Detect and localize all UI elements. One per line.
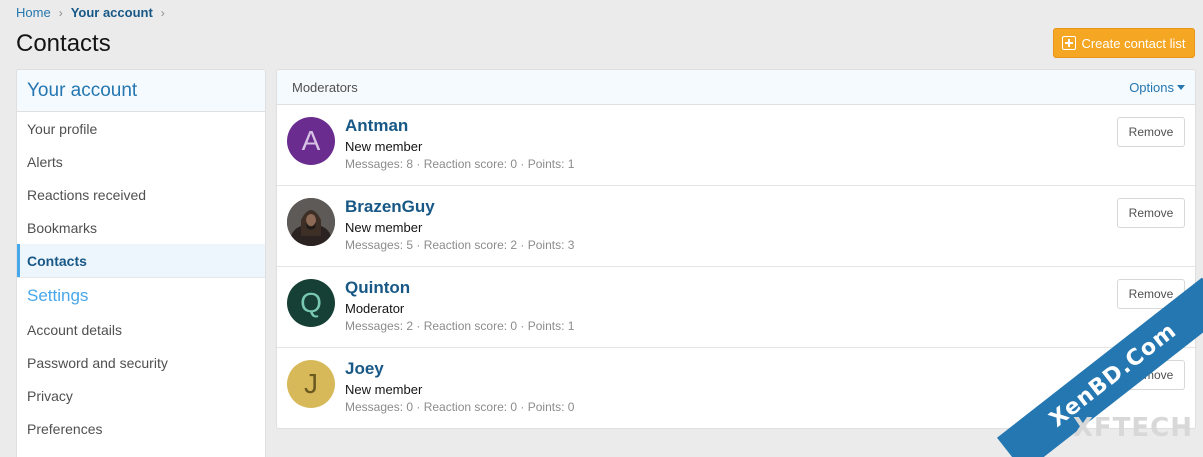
member-stats: Messages: 8 · Reaction score: 0 · Points… <box>345 157 575 171</box>
sidebar-item-privacy[interactable]: Privacy <box>17 379 265 412</box>
member-name[interactable]: Quinton <box>345 278 410 298</box>
member-name[interactable]: Antman <box>345 116 408 136</box>
panel-header: Moderators Options <box>277 70 1195 105</box>
tab-moderators[interactable]: Moderators <box>292 80 358 95</box>
hooded-figure-icon <box>287 198 335 246</box>
caret-down-icon <box>1177 84 1185 90</box>
member-stats: Messages: 2 · Reaction score: 0 · Points… <box>345 319 575 333</box>
member-stats: Messages: 5 · Reaction score: 2 · Points… <box>345 238 575 252</box>
sidebar-item-account-details[interactable]: Account details <box>17 313 265 346</box>
create-contact-list-button[interactable]: Create contact list <box>1053 28 1195 58</box>
breadcrumb-your-account[interactable]: Your account <box>71 5 153 20</box>
breadcrumb-home[interactable]: Home <box>16 5 51 20</box>
avatar[interactable]: A <box>287 117 335 165</box>
avatar[interactable] <box>287 198 335 246</box>
avatar-initial: Q <box>300 287 322 318</box>
breadcrumb: Home › Your account › <box>16 5 173 20</box>
avatar[interactable]: Q <box>287 279 335 327</box>
member-stats: Messages: 0 · Reaction score: 0 · Points… <box>345 400 575 414</box>
sidebar: Your account Your profile Alerts Reactio… <box>16 69 266 457</box>
avatar[interactable]: J <box>287 360 335 408</box>
sidebar-item-preferences[interactable]: Preferences <box>17 412 265 445</box>
chevron-right-icon: › <box>160 5 165 20</box>
avatar-initial: A <box>301 125 321 156</box>
member-name[interactable]: BrazenGuy <box>345 197 435 217</box>
sidebar-item-contacts[interactable]: Contacts <box>17 244 265 277</box>
avatar-initial: J <box>304 368 318 399</box>
member-title: Moderator <box>345 301 405 316</box>
watermark-logo: XFTECH <box>1072 413 1193 443</box>
options-label: Options <box>1129 79 1174 95</box>
member-title: New member <box>345 220 423 235</box>
member-title: New member <box>345 139 423 154</box>
sidebar-item-alerts[interactable]: Alerts <box>17 145 265 178</box>
member-name[interactable]: Joey <box>345 359 384 379</box>
sidebar-section-settings: Settings <box>17 277 265 313</box>
sidebar-item-bookmarks[interactable]: Bookmarks <box>17 211 265 244</box>
list-item: BrazenGuy New member Messages: 5 · React… <box>277 186 1195 267</box>
sidebar-header: Your account <box>17 70 265 112</box>
remove-button[interactable]: Remove <box>1117 198 1185 228</box>
chevron-right-icon: › <box>58 5 63 20</box>
create-contact-list-label: Create contact list <box>1081 35 1186 51</box>
remove-button[interactable]: Remove <box>1117 117 1185 147</box>
sidebar-item-password-security[interactable]: Password and security <box>17 346 265 379</box>
sidebar-item-your-profile[interactable]: Your profile <box>17 112 265 145</box>
options-menu[interactable]: Options <box>1129 80 1185 95</box>
member-title: New member <box>345 382 423 397</box>
contacts-panel: Moderators Options A Antman New member M… <box>276 69 1196 429</box>
list-item: Q Quinton Moderator Messages: 2 · Reacti… <box>277 267 1195 348</box>
plus-square-icon <box>1062 36 1077 50</box>
list-item: A Antman New member Messages: 8 · Reacti… <box>277 105 1195 186</box>
page-title: Contacts <box>16 30 111 57</box>
sidebar-item-reactions-received[interactable]: Reactions received <box>17 178 265 211</box>
